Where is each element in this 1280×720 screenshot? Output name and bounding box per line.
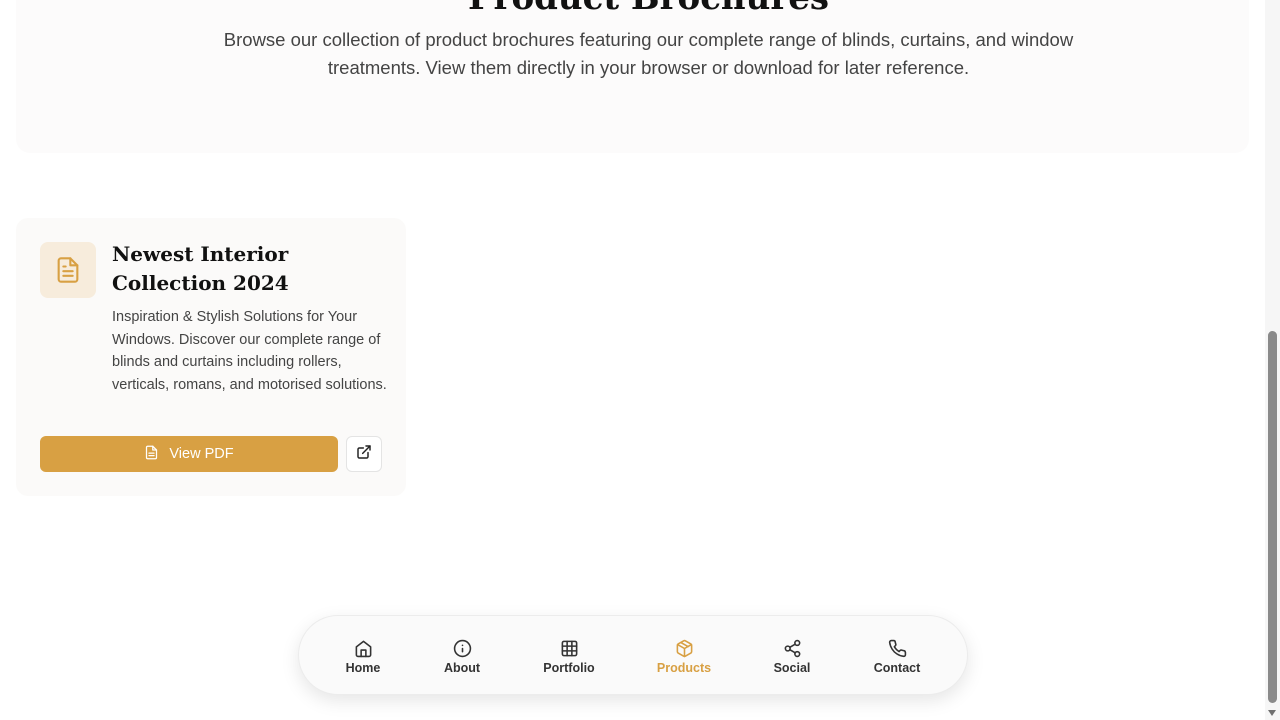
page-title: Product Brochures <box>16 0 1280 18</box>
home-icon <box>354 637 373 659</box>
brochure-description: Inspiration & Stylish Solutions for Your… <box>112 309 387 394</box>
view-pdf-label: View PDF <box>169 446 234 462</box>
info-icon <box>453 637 472 659</box>
file-icon <box>144 445 159 464</box>
scrollbar-thumb[interactable] <box>1268 331 1277 703</box>
nav-label-portfolio: Portfolio <box>543 661 595 675</box>
nav-label-home: Home <box>345 661 381 675</box>
view-pdf-button[interactable]: View PDF <box>40 436 338 472</box>
nav-label-contact: Contact <box>873 661 921 675</box>
nav-label-products: Products <box>656 661 712 675</box>
hero-section: Product Brochures Browse our collection … <box>16 0 1249 153</box>
nav-item-social[interactable]: Social <box>747 616 837 696</box>
share-icon <box>783 637 802 659</box>
nav-item-portfolio[interactable]: Portfolio <box>524 616 614 696</box>
nav-item-contact[interactable]: Contact <box>852 616 942 696</box>
brochure-card: Newest Interior Collection 2024 Inspirat… <box>16 218 406 496</box>
package-icon <box>675 637 694 659</box>
nav-label-social: Social <box>773 661 811 675</box>
phone-icon <box>888 637 907 659</box>
brochure-title: Newest Interior Collection 2024 <box>112 242 289 295</box>
grid-icon <box>560 637 579 659</box>
nav-item-home[interactable]: Home <box>318 616 408 696</box>
nav-item-about[interactable]: About <box>417 616 507 696</box>
page-description: Browse our collection of product brochur… <box>223 29 1074 78</box>
bottom-nav: Home About Portfolio Products Social Con… <box>298 615 968 695</box>
open-external-button[interactable] <box>346 436 382 472</box>
file-text-icon <box>40 242 96 298</box>
vertical-scrollbar[interactable] <box>1265 0 1280 720</box>
scroll-down-arrow-icon[interactable] <box>1268 710 1276 716</box>
nav-item-products[interactable]: Products <box>639 616 729 696</box>
external-link-icon <box>356 444 372 465</box>
nav-label-about: About <box>443 661 481 675</box>
